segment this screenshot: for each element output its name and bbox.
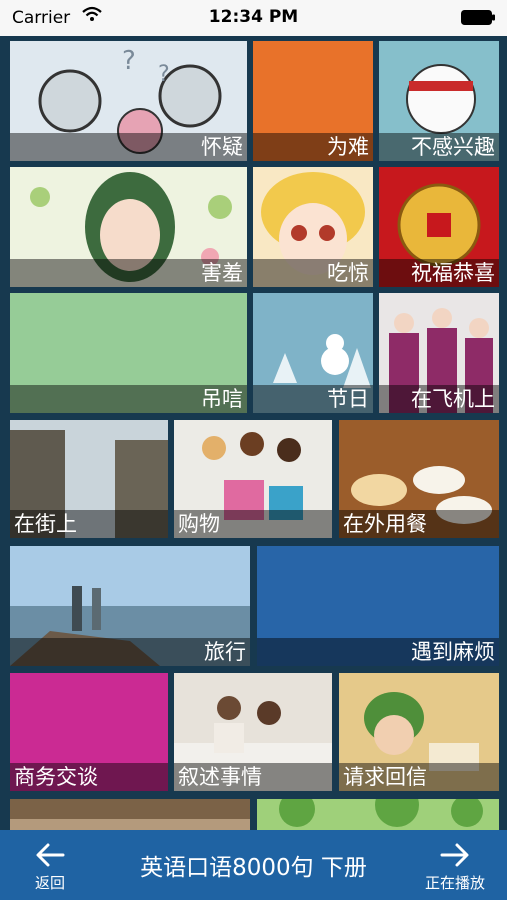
tile-label: 请求回信: [339, 763, 499, 791]
tile-partial-left[interactable]: [10, 799, 250, 830]
tile-jieri[interactable]: 节日: [253, 293, 373, 413]
tile-label: 在飞机上: [379, 385, 499, 413]
tile-image: [257, 799, 499, 830]
tile-label: 害羞: [10, 259, 247, 287]
svg-text:?: ?: [122, 46, 136, 76]
tile-buganxingqu[interactable]: 不感兴趣: [379, 41, 499, 161]
tile-yudaomafan[interactable]: 遇到麻烦: [257, 546, 499, 666]
tile-label: 祝福恭喜: [379, 259, 499, 287]
tile-label: 旅行: [10, 638, 250, 666]
tile-zaiwaiyongcan[interactable]: 在外用餐: [339, 420, 499, 538]
bottom-toolbar: 返回 英语口语8000句 下册 正在播放: [0, 830, 507, 900]
tile-label: 在街上: [10, 510, 168, 538]
tile-label: 节日: [253, 385, 373, 413]
tile-haixiu[interactable]: 害羞: [10, 167, 247, 287]
tile-zaijieshang[interactable]: 在街上: [10, 420, 168, 538]
tile-weinan[interactable]: 为难: [253, 41, 373, 161]
tile-label: 怀疑: [10, 133, 247, 161]
tile-chijing[interactable]: 吃惊: [253, 167, 373, 287]
tile-label: 为难: [253, 133, 373, 161]
tile-label: 在外用餐: [339, 510, 499, 538]
arrow-left-icon: [36, 843, 65, 867]
tile-label: 购物: [174, 510, 332, 538]
back-label: 返回: [34, 874, 65, 892]
tile-label: 商务交谈: [10, 763, 168, 791]
topic-grid: ? ? 怀疑 为难 不感兴趣 害羞 吃惊 祝福恭喜 吊唁 节日 在飞机上 在街上…: [0, 36, 507, 830]
tile-qingqiuhuixin[interactable]: 请求回信: [339, 673, 499, 791]
tile-xushushiqing[interactable]: 叙述事情: [174, 673, 332, 791]
now-playing-label: 正在播放: [424, 874, 485, 892]
tile-label: 叙述事情: [174, 763, 332, 791]
tile-gouwu[interactable]: 购物: [174, 420, 332, 538]
tile-zaifeijishang[interactable]: 在飞机上: [379, 293, 499, 413]
tile-label: 吃惊: [253, 259, 373, 287]
battery-icon: [461, 10, 495, 25]
status-bar: Carrier 12:34 PM: [0, 0, 507, 37]
tile-lvxing[interactable]: 旅行: [10, 546, 250, 666]
now-playing-button[interactable]: 正在播放: [415, 836, 495, 898]
app-title: 英语口语8000句 下册: [140, 855, 367, 881]
back-button[interactable]: 返回: [10, 836, 90, 898]
tile-image: [10, 799, 250, 830]
tile-shangwujiaotan[interactable]: 商务交谈: [10, 673, 168, 791]
tile-partial-right[interactable]: [257, 799, 499, 830]
tile-zhufugongxi[interactable]: 祝福恭喜: [379, 167, 499, 287]
tile-label: 吊唁: [10, 385, 247, 413]
tile-label: 遇到麻烦: [257, 638, 499, 666]
tile-diaoyan[interactable]: 吊唁: [10, 293, 247, 413]
tile-label: 不感兴趣: [379, 133, 499, 161]
arrow-right-icon: [440, 843, 469, 867]
clock: 12:34 PM: [208, 7, 299, 27]
tile-huaiyi[interactable]: ? ? 怀疑: [10, 41, 247, 161]
svg-text:?: ?: [158, 62, 170, 87]
